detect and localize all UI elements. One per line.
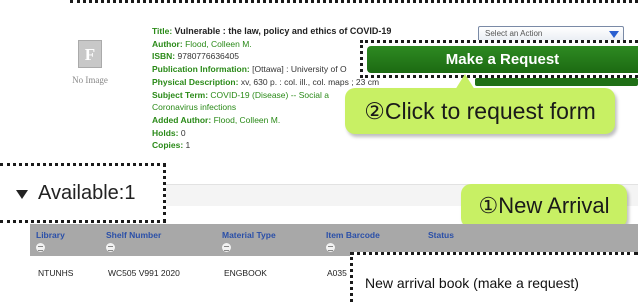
cell-shelf-number: WC505 V991 2020 xyxy=(108,268,180,278)
new-arrival-note: New arrival book (make a request) xyxy=(350,252,638,302)
callout-step-1: ①New Arrival xyxy=(461,184,627,244)
cover-thumbnail: F No Image xyxy=(60,40,120,90)
title-value: Vulnerable : the law, policy and ethics … xyxy=(174,26,392,36)
sort-icon[interactable] xyxy=(106,243,115,252)
book-placeholder-icon: F xyxy=(78,40,102,68)
availability-toggle[interactable]: Available:1 xyxy=(0,163,166,223)
cell-library: NTUNHS xyxy=(38,268,74,278)
sort-icon[interactable] xyxy=(326,243,335,252)
cell-material-type: ENGBOOK xyxy=(224,268,267,278)
availability-heading: Available:1 xyxy=(38,182,136,204)
field-title: Title: Vulnerable : the law, policy and … xyxy=(152,26,392,36)
author-link[interactable]: Flood, Colleen M. xyxy=(185,39,252,49)
cell-item-barcode: A035 xyxy=(327,268,347,278)
chevron-down-icon xyxy=(609,31,619,38)
column-status[interactable]: Status xyxy=(428,230,454,240)
new-arrival-note-text: New arrival book (make a request) xyxy=(365,275,579,291)
make-request-button[interactable]: Make a Request xyxy=(367,46,638,73)
subject-link-2[interactable]: Coronavirus infections xyxy=(152,102,236,112)
secondary-action-button[interactable] xyxy=(475,78,638,86)
column-library[interactable]: Library xyxy=(36,230,65,252)
action-select-value: Select an Action xyxy=(485,29,543,38)
sort-icon[interactable] xyxy=(36,243,45,252)
added-author-link[interactable]: Flood, Colleen M. xyxy=(214,115,281,125)
column-item-barcode[interactable]: Item Barcode xyxy=(326,230,380,252)
callout-step-1-text: ①New Arrival xyxy=(478,193,610,218)
highlight-border xyxy=(70,0,638,3)
make-request-highlight: Make a Request xyxy=(360,40,638,78)
callout-pointer xyxy=(455,74,475,90)
callout-step-2-text: ②Click to request form xyxy=(364,98,596,124)
column-shelf-number[interactable]: Shelf Number xyxy=(106,230,161,252)
no-image-label: No Image xyxy=(72,75,108,85)
column-material-type[interactable]: Material Type xyxy=(222,230,276,252)
subject-link[interactable]: COVID-19 (Disease) -- Social a xyxy=(210,90,329,100)
callout-step-2: ②Click to request form xyxy=(345,74,615,134)
field-copies: Copies: 1 xyxy=(152,140,191,151)
sort-icon[interactable] xyxy=(222,243,231,252)
collapse-triangle-icon xyxy=(16,190,28,199)
